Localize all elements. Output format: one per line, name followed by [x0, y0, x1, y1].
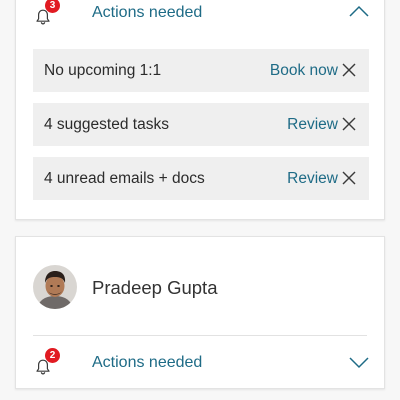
- review-link[interactable]: Review: [287, 115, 338, 135]
- chevron-down-icon[interactable]: [348, 353, 370, 371]
- actions-title: Actions needed: [92, 4, 203, 21]
- close-icon[interactable]: [341, 116, 357, 132]
- avatar: [33, 265, 77, 309]
- action-item-text: No upcoming 1:1: [44, 62, 162, 79]
- review-link[interactable]: Review: [287, 169, 338, 189]
- book-now-link[interactable]: Book now: [270, 61, 338, 81]
- actions-title: Actions needed: [92, 354, 203, 371]
- action-item: 4 suggested tasks Review: [33, 103, 369, 146]
- person-name: Pradeep Gupta: [92, 277, 218, 298]
- notification-badge: 2: [45, 348, 60, 363]
- person-header[interactable]: Pradeep Gupta: [16, 259, 384, 315]
- close-icon[interactable]: [341, 62, 357, 78]
- close-icon[interactable]: [341, 170, 357, 186]
- action-item: No upcoming 1:1 Book now: [33, 49, 369, 92]
- divider: [33, 335, 367, 336]
- action-item-text: 4 suggested tasks: [44, 116, 169, 133]
- chevron-up-icon[interactable]: [348, 3, 370, 21]
- notification-badge: 3: [45, 0, 60, 13]
- actions-header[interactable]: 2 Actions needed: [16, 345, 384, 381]
- person-card: Pradeep Gupta 2 Actions needed: [15, 236, 385, 389]
- page: 3 Actions needed No upcoming 1:1 Book no…: [0, 0, 400, 400]
- action-item: 4 unread emails + docs Review: [33, 157, 369, 200]
- action-item-text: 4 unread emails + docs: [44, 170, 205, 187]
- actions-card: 3 Actions needed No upcoming 1:1 Book no…: [15, 0, 385, 220]
- actions-header[interactable]: 3 Actions needed: [16, 0, 384, 31]
